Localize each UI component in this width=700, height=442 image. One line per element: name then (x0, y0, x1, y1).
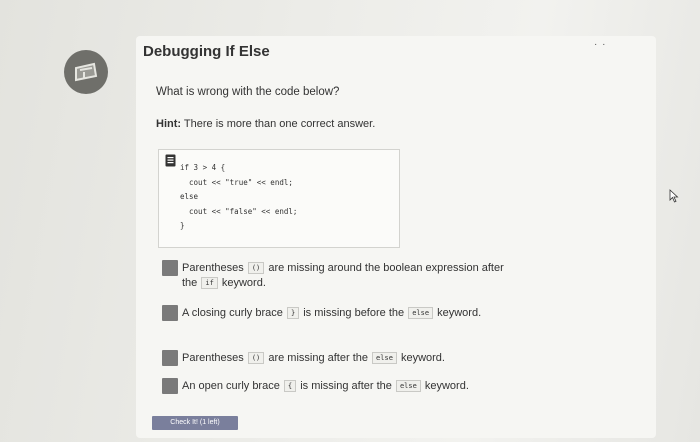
hint-text: Hint: There is more than one correct ans… (156, 118, 375, 130)
code-file-icon (165, 154, 176, 167)
checkbox[interactable] (162, 260, 178, 276)
check-it-button[interactable]: Check It! (1 left) (152, 416, 238, 430)
option-label: Parentheses () are missing after the els… (182, 352, 445, 364)
mouse-cursor-icon (669, 189, 679, 203)
answer-option-3[interactable]: Parentheses () are missing after the els… (162, 350, 522, 368)
code-block: if 3 > 4 { cout << "true" << endl; else … (158, 149, 400, 248)
answer-option-4[interactable]: An open curly brace { is missing after t… (162, 378, 522, 396)
hint-body: There is more than one correct answer. (183, 118, 376, 130)
answer-option-1[interactable]: Parentheses () are missing around the bo… (162, 260, 522, 290)
checkbox[interactable] (162, 378, 178, 394)
checkbox[interactable] (162, 305, 178, 321)
option-label: An open curly brace { is missing after t… (182, 380, 469, 392)
checkbox[interactable] (162, 350, 178, 366)
page-title: Debugging If Else (143, 43, 270, 60)
code-text: if 3 > 4 { cout << "true" << endl; else … (180, 163, 298, 230)
course-logo-icon (64, 50, 108, 94)
question-text: What is wrong with the code below? (156, 86, 340, 98)
more-options-icon[interactable]: · · (594, 40, 608, 50)
option-label: Parentheses () are missing around the bo… (182, 262, 504, 289)
hint-label: Hint: (156, 118, 182, 130)
option-label: A closing curly brace } is missing befor… (182, 307, 482, 319)
answer-option-2[interactable]: A closing curly brace } is missing befor… (162, 305, 522, 335)
